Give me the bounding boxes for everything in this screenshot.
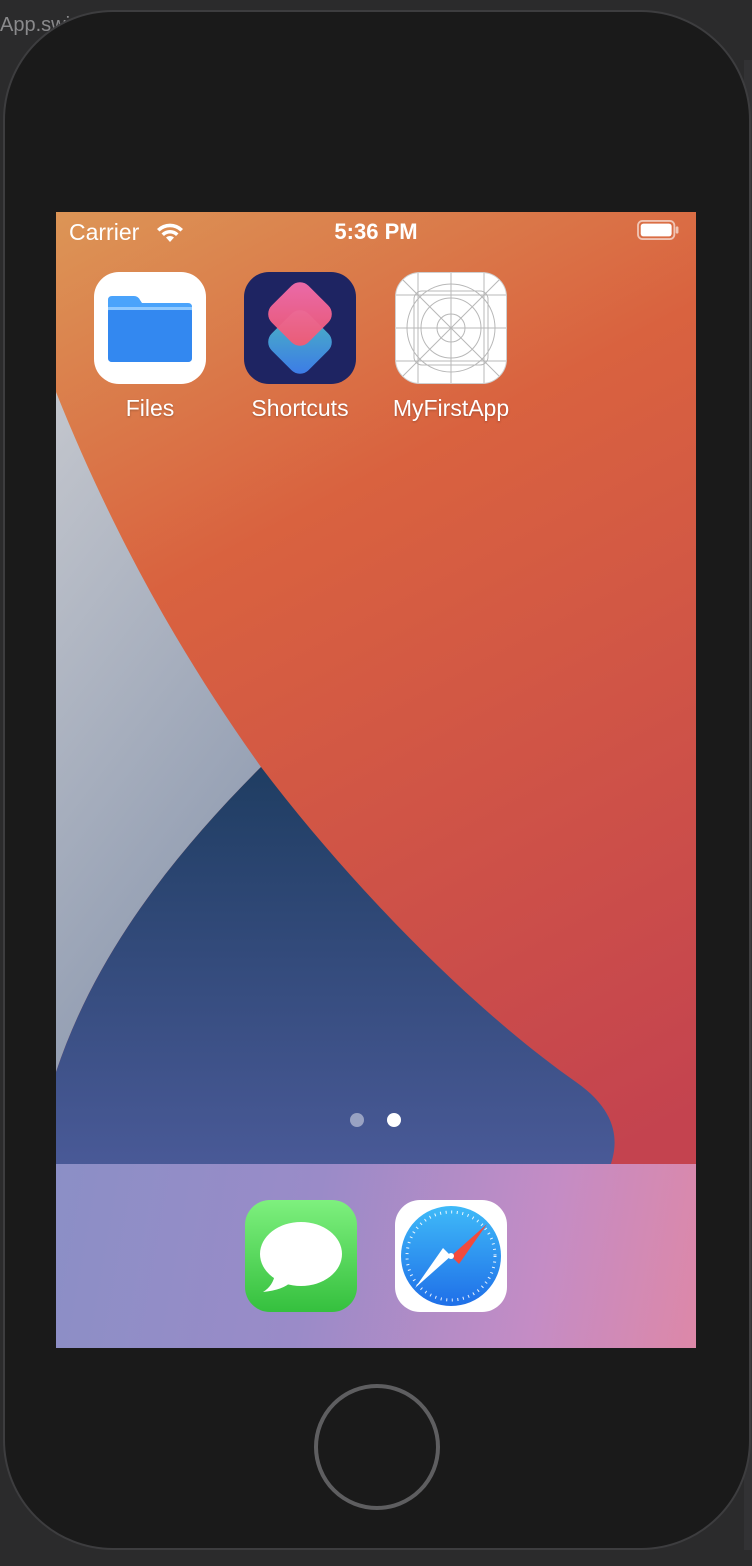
dock (56, 1164, 696, 1348)
shortcuts-icon (244, 272, 356, 384)
status-bar: Carrier 5:36 PM (56, 212, 696, 256)
app-label-shortcuts: Shortcuts (251, 395, 349, 421)
app-shortcuts[interactable]: Shortcuts (225, 272, 375, 422)
dock-app-messages[interactable] (245, 1200, 357, 1312)
messages-icon (260, 1222, 342, 1292)
iphone-screen: Carrier 5:36 PM Files Shortcuts MyFirstA… (56, 212, 696, 1348)
app-label-files: Files (125, 395, 175, 421)
page-dot-2-active[interactable] (387, 1113, 401, 1127)
app-placeholder-icon (395, 272, 507, 384)
battery-icon (637, 220, 679, 240)
folder-icon (94, 272, 206, 384)
page-indicator[interactable] (56, 1113, 696, 1129)
app-myfirstapp[interactable]: MyFirstApp (376, 272, 526, 422)
compass-icon (401, 1206, 501, 1306)
home-button[interactable] (314, 1384, 440, 1510)
page-dot-1[interactable] (350, 1113, 364, 1127)
app-files[interactable]: Files (75, 272, 225, 422)
dock-app-safari[interactable] (395, 1200, 507, 1312)
app-label-myfirstapp: MyFirstApp (392, 395, 510, 421)
status-time: 5:36 PM (334, 219, 418, 244)
